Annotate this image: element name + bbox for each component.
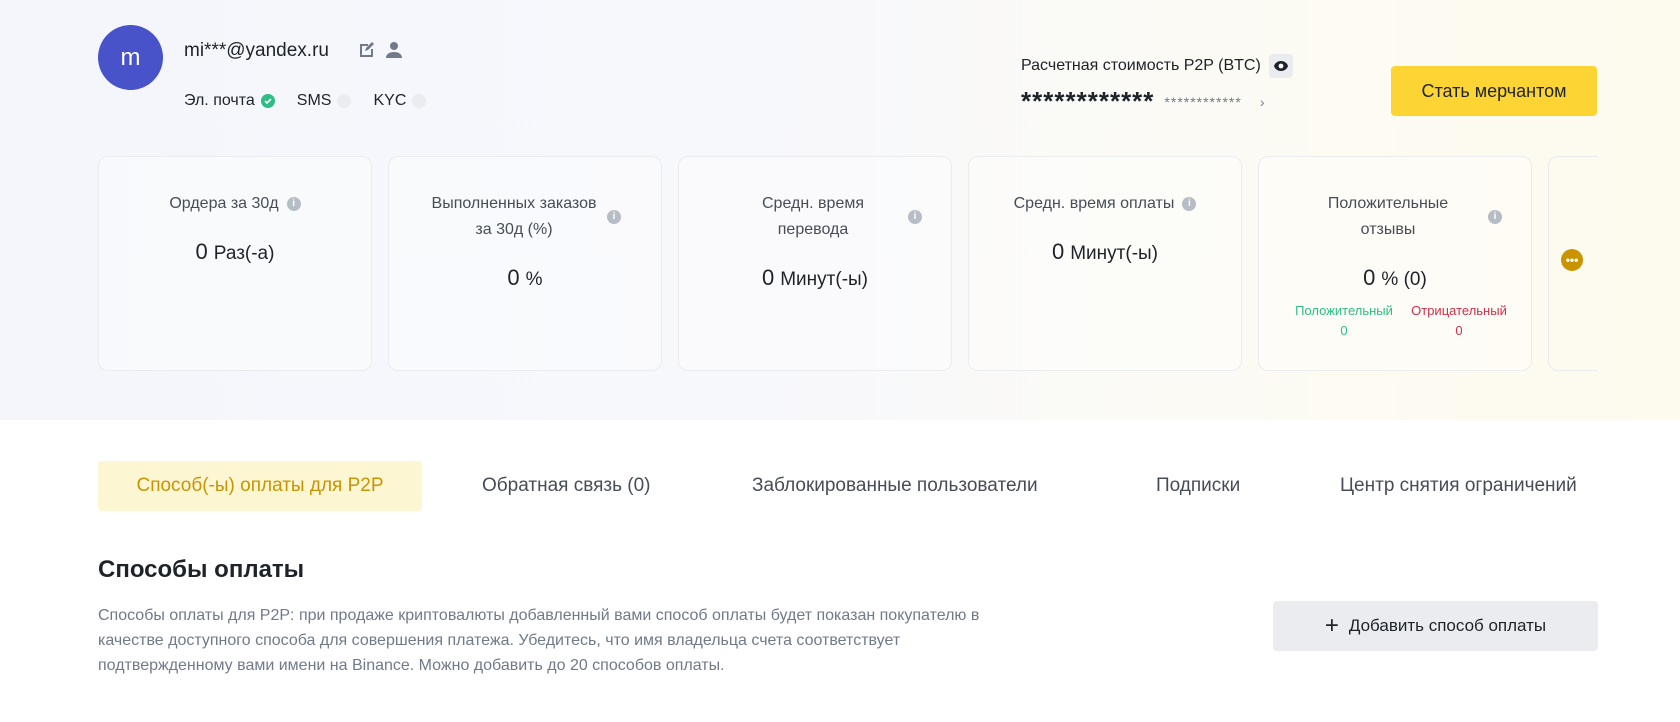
feedback-negative: Отрицательный 0 xyxy=(1404,301,1514,341)
stat-value: 0 xyxy=(1051,239,1065,264)
verify-email: Эл. почта xyxy=(184,92,275,110)
stat-title: Ордера за 30д xyxy=(169,195,279,212)
more-icon[interactable]: ••• xyxy=(1561,249,1583,271)
tab-payment-methods[interactable]: Способ(-ы) оплаты для P2P xyxy=(98,461,422,511)
chevron-right-icon[interactable]: › xyxy=(1260,94,1265,110)
section-description: Способы оплаты для P2P: при продаже крип… xyxy=(98,607,980,674)
verify-kyc-label: KYC xyxy=(373,92,407,109)
tab-feedback[interactable]: Обратная связь (0) xyxy=(482,461,651,511)
p2p-value-label-text: Расчетная стоимость P2P (BTC) xyxy=(1021,57,1261,74)
stat-value: 0 xyxy=(761,265,775,290)
stat-card-feedback: Положительные отзывы i 0% (0) Положительн… xyxy=(1258,156,1532,371)
check-icon xyxy=(260,94,275,108)
stat-value: 0 xyxy=(1363,265,1376,290)
p2p-value-label: Расчетная стоимость P2P (BTC) xyxy=(1021,54,1293,78)
become-merchant-button[interactable]: Стать мерчантом xyxy=(1391,66,1597,116)
stat-title: Средн. время оплаты xyxy=(1013,195,1175,212)
p2p-value-masked: ************ xyxy=(1021,86,1155,116)
info-icon[interactable]: i xyxy=(908,210,922,224)
stat-card-orders: Ордера за 30д i 0 Раз(-а) xyxy=(98,156,372,371)
tab-restrictions-center[interactable]: Центр снятия ограничений xyxy=(1340,461,1577,511)
eye-icon[interactable] xyxy=(1268,54,1293,78)
add-payment-method-label: Добавить способ оплаты xyxy=(1348,616,1547,635)
stat-title: Выполненных заказов за 30д (%) xyxy=(431,195,597,238)
stat-value: 0 xyxy=(195,239,208,264)
stat-card-transfer-time: Средн. время перевода i 0 Минут(-ы) xyxy=(678,156,952,371)
info-icon[interactable]: i xyxy=(286,197,301,211)
stat-unit: Минут(-ы) xyxy=(780,269,869,290)
verify-kyc: KYC xyxy=(373,92,427,110)
user-icon[interactable] xyxy=(384,40,404,65)
stat-unit: % (0) xyxy=(1381,269,1427,290)
feedback-positive-count: 0 xyxy=(1340,323,1348,338)
stat-unit: Раз(-а) xyxy=(213,243,275,264)
avatar[interactable]: m xyxy=(98,25,163,90)
unverified-icon xyxy=(412,94,427,108)
verify-email-label: Эл. почта xyxy=(184,92,255,109)
verification-row: Эл. почта SMS KYC xyxy=(184,92,448,110)
stat-value: 0 xyxy=(507,265,520,290)
stat-card-payment-time: Средн. время оплаты i 0 Минут(-ы) xyxy=(968,156,1242,371)
add-payment-method-button[interactable]: + Добавить способ оплаты xyxy=(1273,601,1598,651)
info-icon[interactable]: i xyxy=(607,210,621,224)
verify-sms-label: SMS xyxy=(296,92,332,109)
p2p-value[interactable]: ************ ************ › xyxy=(1021,86,1264,117)
feedback-positive-label: Положительный xyxy=(1295,303,1393,318)
verify-sms: SMS xyxy=(297,92,352,110)
unverified-icon xyxy=(337,94,352,108)
info-icon[interactable]: i xyxy=(1488,210,1502,224)
stat-title: Средн. время перевода xyxy=(761,195,865,238)
p2p-value-secondary: ************ xyxy=(1164,93,1242,110)
tab-blocked-users[interactable]: Заблокированные пользователи xyxy=(752,461,1038,511)
plus-icon: + xyxy=(1324,612,1339,639)
user-email: mi***@yandex.ru xyxy=(184,40,329,61)
edit-icon[interactable] xyxy=(357,40,377,65)
stat-card-completion: Выполненных заказов за 30д (%) i 0% xyxy=(388,156,662,371)
avatar-letter: m xyxy=(120,43,141,71)
feedback-negative-label: Отрицательный xyxy=(1411,303,1507,318)
stat-unit: % xyxy=(525,269,543,290)
stat-title: Положительные отзывы xyxy=(1327,195,1449,238)
feedback-negative-count: 0 xyxy=(1455,323,1463,338)
feedback-positive: Положительный 0 xyxy=(1289,301,1399,341)
stat-unit: Минут(-ы) xyxy=(1070,243,1159,264)
info-icon[interactable]: i xyxy=(1182,197,1197,211)
tab-subscriptions[interactable]: Подписки xyxy=(1156,461,1240,511)
section-title: Способы оплаты xyxy=(98,556,305,583)
